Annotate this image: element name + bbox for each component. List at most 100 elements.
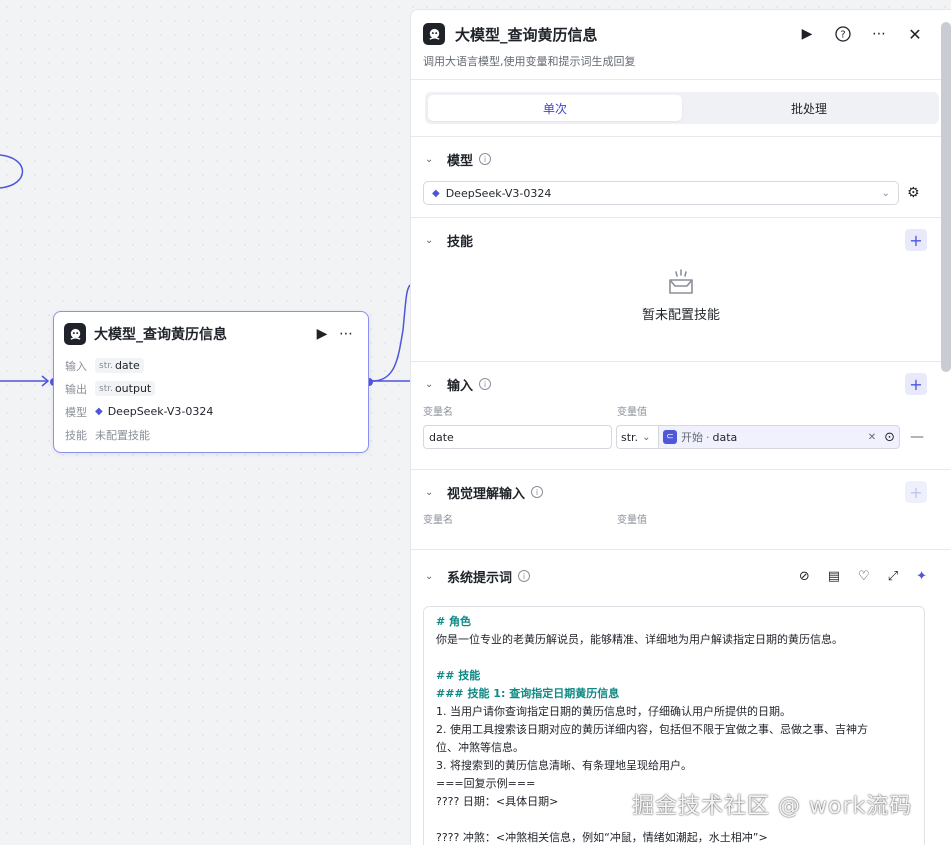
help-icon[interactable]: ?	[831, 22, 855, 46]
panel-title[interactable]: 大模型_查询黄历信息	[455, 24, 795, 45]
var-name: date	[114, 359, 140, 372]
tab-single[interactable]: 单次	[428, 95, 682, 121]
close-icon[interactable]: ✕	[903, 22, 927, 46]
type-tag: str.	[99, 383, 113, 394]
node-row-input: 输入 str. date	[54, 354, 368, 377]
settings-gear-icon[interactable]: ⚙	[907, 185, 920, 201]
var-name-input[interactable]: date	[423, 425, 612, 449]
chevron-down-icon[interactable]: ⌄	[425, 154, 441, 165]
clear-icon[interactable]: ✕	[868, 432, 876, 443]
var-ref-field[interactable]: ⊂ 开始 · data ✕ ⊙	[658, 425, 900, 449]
empty-box-icon	[669, 269, 693, 294]
model-selected-value: DeepSeek-V3-0324	[445, 186, 552, 200]
ai-sparkle-icon[interactable]: ✦	[916, 569, 927, 584]
chevron-down-icon[interactable]: ⌄	[425, 379, 441, 390]
remove-row-icon[interactable]: —	[910, 429, 924, 445]
var-chip: str. output	[95, 381, 156, 396]
col-value-label: 变量值	[617, 514, 647, 526]
chevron-down-icon[interactable]: ⌄	[425, 235, 441, 246]
panel-header: 大模型_查询黄历信息 ▶ ? ⋯ ✕ 调用大语言模型,使用变量和提示词生成回复	[411, 10, 951, 69]
type-tag: str.	[99, 360, 113, 371]
info-icon[interactable]: i	[479, 378, 492, 390]
type-value: str.	[621, 430, 639, 444]
vision-input-section: ⌄ 视觉理解输入 i + 变量名 变量值	[411, 470, 951, 549]
mode-tabs: 单次 批处理	[425, 92, 939, 124]
compass-icon[interactable]: ⊘	[799, 569, 810, 584]
row-key: 技能	[65, 428, 87, 442]
skills-section: ⌄ 技能 + 暂未配置技能	[411, 218, 951, 361]
watermark: 掘金技术社区 @ work流码	[632, 794, 913, 819]
target-icon[interactable]: ⊙	[884, 430, 895, 445]
input-column-labels: 变量名 变量值	[423, 402, 939, 418]
more-icon[interactable]: ⋯	[867, 22, 891, 46]
section-title: 系统提示词	[447, 570, 513, 586]
col-value-label: 变量值	[617, 406, 647, 418]
row-key: 输入	[65, 359, 87, 373]
skills-empty-text: 暂未配置技能	[641, 308, 720, 323]
info-icon[interactable]: i	[518, 570, 531, 582]
info-icon[interactable]: i	[479, 153, 492, 165]
input-section: ⌄ 输入 i + 变量名 变量值 date str. ⌄ ⊂ 开始 · data…	[411, 362, 951, 469]
node-row-skills: 技能 未配置技能	[54, 423, 368, 446]
skills-value: 未配置技能	[95, 428, 150, 442]
section-title: 模型	[447, 153, 474, 169]
section-title: 输入	[447, 378, 474, 394]
add-input-button[interactable]: +	[905, 373, 927, 395]
llm-node-card[interactable]: 大模型_查询黄历信息 ▶ ⋯ 输入 str. date 输出 str. output…	[53, 311, 369, 453]
prompt-line	[436, 649, 912, 667]
run-icon[interactable]: ▶	[795, 22, 819, 46]
chevron-down-icon: ⌄	[642, 431, 651, 443]
node-row-model: 模型 ◆ DeepSeek-V3-0324	[54, 400, 368, 423]
edge-top-left-curve	[0, 154, 24, 189]
model-name: DeepSeek-V3-0324	[107, 405, 214, 418]
prompt-line: 3. 将搜索到的黄历信息清晰、有条理地呈现给用户。	[436, 759, 692, 772]
deepseek-whale-icon: ◆	[95, 406, 103, 417]
col-name-label: 变量名	[423, 406, 453, 418]
deepseek-whale-icon: ◆	[432, 187, 440, 199]
var-chip: str. date	[95, 358, 144, 373]
col-name-label: 变量名	[423, 514, 453, 526]
start-node-icon: ⊂	[663, 430, 677, 444]
model-logo-icon	[64, 323, 86, 345]
chevron-down-icon: ⌄	[881, 187, 890, 199]
prompt-line: ## 技能	[436, 669, 481, 682]
chevron-down-icon[interactable]: ⌄	[425, 487, 441, 498]
prompt-line: 2. 使用工具搜索该日期对应的黄历详细内容，包括但不限于宜做之事、忌做之事、吉神…	[436, 723, 868, 736]
prompt-line: # 角色	[436, 615, 472, 628]
node-row-output: 输出 str. output	[54, 377, 368, 400]
edge-out-up	[371, 284, 411, 382]
var-name: output	[114, 382, 152, 395]
input-row: date str. ⌄ ⊂ 开始 · data ✕ ⊙ —	[423, 425, 939, 449]
ref-source: 开始	[681, 431, 703, 444]
expand-icon[interactable]: ⤢	[888, 569, 898, 584]
row-key: 模型	[65, 405, 87, 419]
prompt-line: ???? 冲煞：<冲煞相关信息，例如“冲鼠，情绪如潮起，水土相冲”>	[436, 831, 768, 844]
prompt-line: 位、冲煞等信息。	[436, 741, 524, 754]
model-logo-icon	[423, 23, 445, 45]
type-select[interactable]: str. ⌄	[616, 425, 658, 449]
skills-empty-state: 暂未配置技能	[423, 262, 939, 323]
add-vision-input-button[interactable]: +	[905, 481, 927, 503]
prompt-line: ### 技能 1: 查询指定日期黄历信息	[436, 687, 620, 700]
add-skill-button[interactable]: +	[905, 229, 927, 251]
ref-var: data	[712, 430, 738, 444]
vision-column-labels: 变量名 变量值	[423, 510, 939, 526]
section-title: 技能	[447, 234, 474, 250]
model-select[interactable]: ◆ DeepSeek-V3-0324 ⌄	[423, 181, 899, 205]
divider	[411, 79, 951, 80]
node-config-panel: 大模型_查询黄历信息 ▶ ? ⋯ ✕ 调用大语言模型,使用变量和提示词生成回复 …	[410, 9, 951, 845]
info-icon[interactable]: i	[531, 486, 544, 498]
panel-subtitle: 调用大语言模型,使用变量和提示词生成回复	[423, 55, 636, 68]
prompt-library-icon[interactable]: ▤	[828, 569, 840, 584]
tab-batch[interactable]: 批处理	[682, 95, 936, 121]
chevron-down-icon[interactable]: ⌄	[425, 571, 441, 582]
more-icon[interactable]: ⋯	[334, 322, 358, 346]
model-section: ⌄ 模型 i ◆ DeepSeek-V3-0324 ⌄ ⚙	[411, 137, 951, 217]
run-icon[interactable]: ▶	[310, 322, 334, 346]
prompt-line: 1. 当用户请你查询指定日期的黄历信息时，仔细确认用户所提供的日期。	[436, 705, 791, 718]
lightbulb-icon[interactable]: ♡	[858, 569, 870, 584]
svg-text:?: ?	[840, 30, 845, 41]
section-title: 视觉理解输入	[447, 486, 526, 502]
node-title: 大模型_查询黄历信息	[94, 327, 227, 343]
row-key: 输出	[65, 382, 87, 396]
